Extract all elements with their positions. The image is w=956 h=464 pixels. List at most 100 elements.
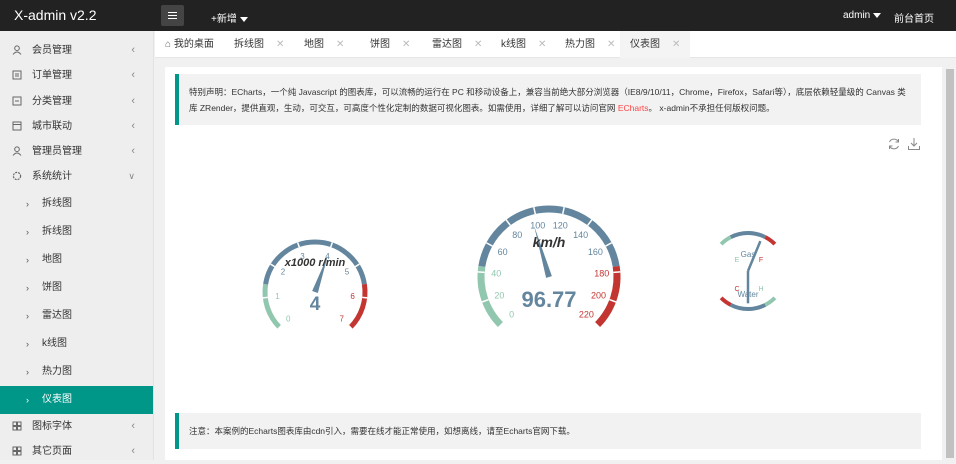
gas-label-empty: E	[735, 257, 740, 264]
sidebar-sub-pie[interactable]: ›饼图	[0, 274, 153, 302]
rpm-gauge-tick-label: 2	[281, 268, 286, 277]
rpm-gauge-split-line	[263, 297, 268, 298]
speed-gauge-value-label: 96.77	[521, 287, 576, 312]
tab-heatmap[interactable]: 热力图✕	[565, 31, 615, 58]
sidebar-item-admins[interactable]: 管理员管理‹	[0, 139, 153, 164]
close-icon[interactable]: ✕	[672, 39, 680, 50]
tab-pie[interactable]: 饼图✕	[370, 31, 410, 58]
water-label-hot: H	[758, 286, 763, 293]
sidebar-sub-line2[interactable]: ›拆线图	[0, 218, 153, 246]
gauge-chart: 020406080100120140160180200220km/h96.770…	[165, 67, 942, 367]
sidebar-sub-kline[interactable]: ›k线图	[0, 330, 153, 358]
sidebar-sub-map[interactable]: ›地图	[0, 246, 153, 274]
caret-down-icon	[240, 17, 248, 22]
tab-map[interactable]: 地图✕	[304, 31, 344, 58]
chevron-left-icon: ‹	[131, 38, 135, 63]
city-icon	[12, 121, 22, 131]
water-label-cold: C	[734, 286, 739, 293]
tab-kline[interactable]: k线图✕	[501, 31, 546, 58]
rpm-gauge-tick-label: 5	[345, 268, 350, 277]
close-icon[interactable]: ✕	[402, 39, 410, 50]
sidebar-item-fonts[interactable]: 图标字体‹	[0, 414, 153, 439]
main-content: 特别声明：ECharts，一个纯 Javascript 的图表库，可以流畅的运行…	[165, 67, 942, 460]
close-icon[interactable]: ✕	[474, 39, 482, 50]
close-icon[interactable]: ✕	[538, 39, 546, 50]
gas-arc-high	[765, 237, 775, 244]
order-icon	[12, 70, 22, 80]
gas-label-full: F	[759, 257, 763, 264]
rpm-gauge-tick-label: 6	[350, 292, 355, 301]
chevron-right-icon: ›	[26, 246, 29, 274]
scrollbar-thumb[interactable]	[946, 69, 954, 458]
home-icon: ⌂	[165, 39, 171, 50]
sidebar-item-other-pages[interactable]: 其它页面‹	[0, 439, 153, 464]
sidebar-sub-heatmap[interactable]: ›热力图	[0, 358, 153, 386]
sidebar-item-orders[interactable]: 订单管理‹	[0, 63, 153, 88]
rpm-gauge-unit-label: x1000 r/min	[284, 257, 346, 269]
chevron-right-icon: ›	[26, 330, 29, 358]
speed-gauge-tick-label: 120	[553, 220, 568, 230]
rpm-gauge-arc-high	[350, 284, 365, 327]
rpm-gauge-tick-label: 7	[340, 315, 345, 324]
hamburger-icon	[168, 12, 177, 13]
speed-gauge-tick-label: 80	[512, 230, 522, 240]
sidebar-item-members[interactable]: 会员管理‹	[0, 38, 153, 63]
rpm-gauge-split-line	[362, 297, 367, 298]
water-arc-low	[765, 298, 775, 305]
chevron-right-icon: ›	[26, 302, 29, 330]
stats-icon	[12, 171, 22, 181]
user-icon	[12, 45, 22, 55]
rpm-gauge-arc-low	[265, 284, 280, 327]
app-logo: X-admin v2.2	[14, 7, 96, 23]
frontend-home-link[interactable]: 前台首页	[894, 10, 934, 25]
tab-line1[interactable]: 拆线图✕	[234, 31, 284, 58]
speed-gauge-tick-label: 160	[588, 247, 603, 257]
chevron-left-icon: ‹	[131, 89, 135, 114]
chevron-right-icon: ›	[26, 358, 29, 386]
chevron-right-icon: ›	[26, 386, 29, 414]
sidebar: 会员管理‹ 订单管理‹ 分类管理‹ 城市联动‹ 管理员管理‹ 系统统计∨ ›拆线…	[0, 31, 154, 460]
speed-gauge-unit-label: km/h	[533, 234, 566, 250]
gas-arc-mid	[731, 233, 766, 237]
close-icon[interactable]: ✕	[336, 39, 344, 50]
admin-icon	[12, 146, 22, 156]
add-new-menu[interactable]: +新增	[211, 10, 248, 25]
tab-radar[interactable]: 雷达图✕	[432, 31, 482, 58]
category-icon	[12, 96, 22, 106]
speed-gauge-tick-label: 40	[491, 268, 501, 278]
chevron-left-icon: ‹	[131, 439, 135, 464]
speed-gauge-tick-label: 0	[509, 310, 514, 320]
sidebar-sub-gauge[interactable]: ›仪表图	[0, 386, 153, 414]
gas-arc-low	[721, 237, 731, 244]
close-icon[interactable]: ✕	[276, 39, 284, 50]
rpm-gauge-tick-label: 0	[286, 315, 291, 324]
sidebar-item-city[interactable]: 城市联动‹	[0, 114, 153, 139]
speed-gauge-tick-label: 20	[494, 291, 504, 301]
sidebar-item-categories[interactable]: 分类管理‹	[0, 89, 153, 114]
chevron-left-icon: ‹	[131, 114, 135, 139]
caret-down-icon	[873, 13, 881, 18]
rpm-gauge-value-label: 4	[310, 294, 321, 315]
rpm-gauge-tick-label: 1	[275, 292, 280, 301]
font-icon	[12, 421, 22, 431]
menu-toggle-button[interactable]	[161, 5, 184, 26]
chevron-right-icon: ›	[26, 274, 29, 302]
speed-gauge-tick-label: 60	[498, 247, 508, 257]
tab-dashboard[interactable]: ⌂ 我的桌面	[165, 31, 214, 58]
cdn-notice: 注意：本案例的Echarts图表库由cdn引入，需要在线才能正常使用，如想离线，…	[175, 413, 921, 449]
sidebar-item-stats[interactable]: 系统统计∨	[0, 164, 153, 189]
water-arc-mid	[731, 305, 766, 309]
tab-gauge[interactable]: 仪表图✕	[620, 31, 690, 58]
sidebar-sub-line1[interactable]: ›拆线图	[0, 190, 153, 218]
tab-bar: ⌂ 我的桌面 拆线图✕ 地图✕ 饼图✕ 雷达图✕ k线图✕ 热力图✕ 仪表图✕	[155, 31, 956, 58]
water-arc-high	[721, 298, 731, 305]
top-bar: X-admin v2.2 +新增 admin 前台首页	[0, 0, 956, 31]
chevron-down-icon: ∨	[128, 164, 135, 189]
user-menu[interactable]: admin	[843, 10, 881, 21]
speed-gauge-tick-label: 140	[573, 230, 588, 240]
close-icon[interactable]: ✕	[607, 39, 615, 50]
speed-gauge-tick-label: 180	[594, 268, 609, 278]
sidebar-sub-radar[interactable]: ›雷达图	[0, 302, 153, 330]
speed-gauge-tick-label: 100	[530, 220, 545, 230]
scrollbar[interactable]	[944, 67, 956, 460]
